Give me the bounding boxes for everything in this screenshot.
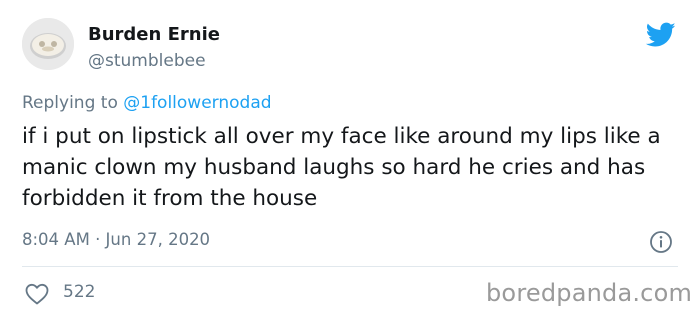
avatar-image [22, 18, 74, 70]
heart-icon[interactable] [24, 283, 50, 305]
info-icon[interactable] [649, 230, 673, 254]
author-display-name[interactable]: Burden Ernie [88, 24, 220, 45]
author-handle[interactable]: @stumblebee [88, 51, 206, 71]
reply-mention-link[interactable]: @1followernodad [123, 93, 271, 113]
avatar[interactable] [22, 18, 74, 70]
replying-prefix: Replying to [22, 93, 118, 113]
replying-to-line: Replying to @1followernodad [22, 93, 272, 113]
tweet-card: Burden Ernie @stumblebee Replying to @1f… [0, 0, 700, 319]
watermark: boredpanda.com [486, 279, 693, 307]
tweet-text: if i put on lipstick all over my face li… [22, 124, 661, 211]
tweet-timestamp[interactable]: 8:04 AM · Jun 27, 2020 [22, 230, 210, 249]
twitter-bird-icon[interactable] [645, 22, 676, 48]
divider [22, 266, 678, 267]
like-count: 522 [63, 282, 96, 302]
